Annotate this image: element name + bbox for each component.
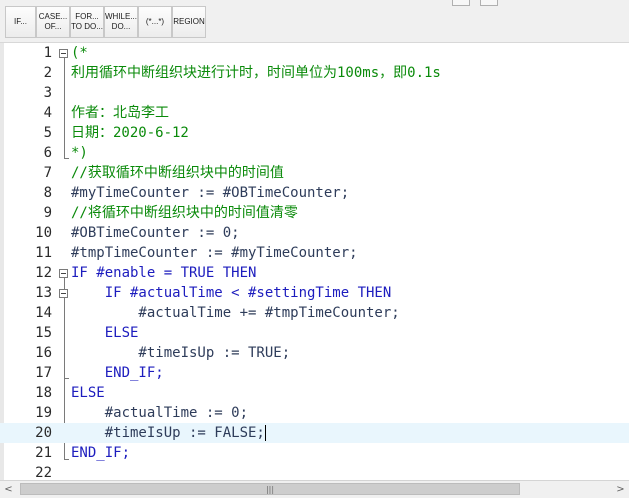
line-number: 6 <box>43 145 52 161</box>
line-number: 18 <box>35 385 52 401</box>
code-text: //获取循环中断组织块中的时间值 <box>71 165 284 181</box>
code-text: (* <box>71 45 88 61</box>
top-edge-tab <box>480 0 498 6</box>
code-line: 6 *) <box>0 143 629 163</box>
code-line: 11 #tmpTimeCounter := #myTimeCounter; <box>0 243 629 263</box>
code-text: END_IF; <box>71 445 131 461</box>
code-line: 4 作者：北岛李工 <box>0 103 629 123</box>
code-line: 19 #actualTime := 0; <box>0 403 629 423</box>
line-number: 11 <box>35 245 52 261</box>
code-text: 作者：北岛李工 <box>71 105 169 121</box>
line-number: 9 <box>43 205 52 221</box>
code-text: //将循环中断组织块中的时间值清零 <box>71 205 298 221</box>
code-text: IF #actualTime < #settingTime THEN <box>71 285 392 301</box>
horizontal-scrollbar[interactable]: < ||| > <box>0 480 629 498</box>
code-line: 8 #myTimeCounter := #OBTimeCounter; <box>0 183 629 203</box>
code-line: 3 <box>0 83 629 103</box>
code-line: 15 ELSE <box>0 323 629 343</box>
code-text: 利用循环中断组织块进行计时，时间单位为100ms，即0.1s <box>71 65 441 81</box>
code-text: #myTimeCounter := #OBTimeCounter; <box>71 185 350 201</box>
code-text: IF #enable = TRUE THEN <box>71 265 257 281</box>
code-line: 18 ELSE <box>0 383 629 403</box>
code-line: 5 日期：2020-6-12 <box>0 123 629 143</box>
line-number: 13 <box>35 285 52 301</box>
code-text: #OBTimeCounter := 0; <box>71 225 240 241</box>
line-number: 8 <box>43 185 52 201</box>
line-number: 16 <box>35 345 52 361</box>
while-do-snippet-button[interactable]: WHILE... DO... <box>104 6 138 38</box>
region-snippet-button[interactable]: REGION <box>172 6 206 38</box>
code-text: #actualTime += #tmpTimeCounter; <box>71 305 400 321</box>
line-number: 17 <box>35 365 52 381</box>
if-snippet-button[interactable]: IF... <box>5 6 36 38</box>
code-line: 14 #actualTime += #tmpTimeCounter; <box>0 303 629 323</box>
code-text: 日期：2020-6-12 <box>71 125 189 141</box>
comment-snippet-button[interactable]: (*...*) <box>138 6 172 38</box>
code-text: #timeIsUp := FALSE; <box>71 423 266 443</box>
scroll-left-arrow-icon[interactable]: < <box>0 481 17 498</box>
line-number: 3 <box>43 85 52 101</box>
line-number: 7 <box>43 165 52 181</box>
line-number: 2 <box>43 65 52 81</box>
snippet-toolbar: IF... CASE... OF... FOR... TO DO... WHIL… <box>5 6 206 38</box>
line-number: 20 <box>35 425 52 441</box>
top-edge-tab <box>452 0 470 6</box>
line-number: 19 <box>35 405 52 421</box>
line-number: 4 <box>43 105 52 121</box>
code-line: 2 利用循环中断组织块进行计时，时间单位为100ms，即0.1s <box>0 63 629 83</box>
case-of-snippet-button[interactable]: CASE... OF... <box>36 6 70 38</box>
code-text: END_IF; <box>71 365 164 381</box>
code-line: 13 IF #actualTime < #settingTime THEN <box>0 283 629 303</box>
code-text: #tmpTimeCounter := #myTimeCounter; <box>71 245 358 261</box>
code-line: 17 END_IF; <box>0 363 629 383</box>
for-to-do-snippet-button[interactable]: FOR... TO DO... <box>70 6 104 38</box>
toolbar-area: IF... CASE... OF... FOR... TO DO... WHIL… <box>0 0 629 43</box>
code-line: 12 IF #enable = TRUE THEN <box>0 263 629 283</box>
code-line: 21 END_IF; <box>0 443 629 463</box>
line-number: 21 <box>35 445 52 461</box>
line-number: 10 <box>35 225 52 241</box>
scrollbar-thumb[interactable]: ||| <box>20 483 520 495</box>
code-line: 16 #timeIsUp := TRUE; <box>0 343 629 363</box>
code-line: 9 //将循环中断组织块中的时间值清零 <box>0 203 629 223</box>
code-line: 7 //获取循环中断组织块中的时间值 <box>0 163 629 183</box>
line-number: 1 <box>43 45 52 61</box>
code-line: 10 #OBTimeCounter := 0; <box>0 223 629 243</box>
code-text-content: #timeIsUp := FALSE; <box>71 425 265 441</box>
text-cursor <box>264 425 266 441</box>
line-number: 12 <box>35 265 52 281</box>
code-text: *) <box>71 145 88 161</box>
line-number: 5 <box>43 125 52 141</box>
code-text: ELSE <box>71 385 105 401</box>
code-editor[interactable]: 1 (* 2 利用循环中断组织块进行计时，时间单位为100ms，即0.1s 3 … <box>0 43 629 481</box>
current-code-line: 20 #timeIsUp := FALSE; <box>0 423 629 443</box>
code-text: #timeIsUp := TRUE; <box>71 345 291 361</box>
line-number: 15 <box>35 325 52 341</box>
code-line: 1 (* <box>0 43 629 63</box>
scroll-right-arrow-icon[interactable]: > <box>612 481 629 498</box>
line-number: 14 <box>35 305 52 321</box>
grip-icon: ||| <box>265 485 275 494</box>
code-text: ELSE <box>71 325 139 341</box>
code-text: #actualTime := 0; <box>71 405 249 421</box>
